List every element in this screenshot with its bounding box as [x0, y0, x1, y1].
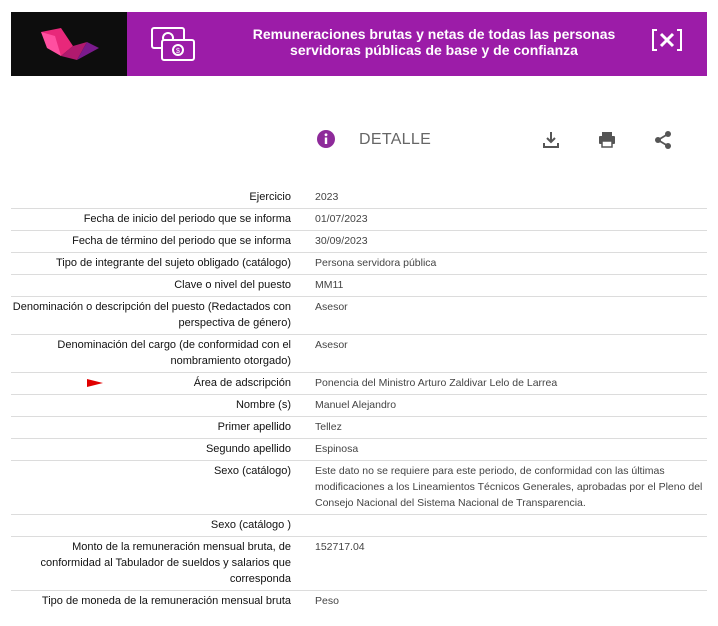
print-icon[interactable] [597, 130, 617, 150]
info-icon [317, 130, 335, 148]
svg-text:$: $ [176, 48, 180, 55]
table-row: Sexo (catálogo) Este dato no se requiere… [11, 461, 707, 515]
row-label: Ejercicio [249, 191, 291, 203]
row-value: Manuel Alejandro [315, 399, 397, 411]
row-label: Fecha de término del periodo que se info… [72, 235, 291, 247]
row-label: Tipo de moneda de la remuneración mensua… [41, 595, 291, 607]
close-icon[interactable] [651, 27, 683, 53]
money-bills-icon: $ [150, 26, 196, 62]
banner-title: Remuneraciones brutas y netas de todas l… [252, 26, 616, 58]
row-value: Ponencia del Ministro Arturo Zaldivar Le… [315, 377, 558, 389]
table-row: Sexo (catálogo ) [11, 515, 707, 537]
detail-table: Ejercicio 2023 Fecha de inicio del perio… [11, 187, 707, 612]
row-value: 30/09/2023 [315, 235, 368, 247]
row-label: Denominación del cargo (de conformidad c… [57, 339, 291, 367]
row-value: 01/07/2023 [315, 213, 368, 225]
table-row: Monto de la remuneración mensual bruta, … [11, 537, 707, 591]
logo-icon [11, 12, 127, 76]
row-value: 152717.04 [315, 541, 365, 553]
table-row: Tipo de integrante del sujeto obligado (… [11, 253, 707, 275]
row-value [291, 515, 707, 536]
toolbar: DETALLE [0, 122, 718, 158]
red-arrow-icon [87, 379, 103, 387]
table-row: Fecha de inicio del periodo que se infor… [11, 209, 707, 231]
row-value: Persona servidora pública [315, 257, 437, 269]
row-value: 2023 [315, 191, 339, 203]
header-banner: $ Remuneraciones brutas y netas de todas… [11, 12, 707, 76]
row-value: Asesor [315, 301, 348, 313]
row-label: Primer apellido [217, 421, 291, 433]
row-label-container: Área de adscripción [11, 373, 291, 394]
table-row: Denominación del cargo (de conformidad c… [11, 335, 707, 373]
table-row: Fecha de término del periodo que se info… [11, 231, 707, 253]
row-label: Área de adscripción [193, 377, 291, 389]
row-label: Denominación o descripción del puesto (R… [12, 301, 291, 329]
row-label: Tipo de integrante del sujeto obligado (… [55, 257, 291, 269]
row-label: Fecha de inicio del periodo que se infor… [83, 213, 291, 225]
row-label: Segundo apellido [205, 443, 291, 455]
row-label: Monto de la remuneración mensual bruta, … [40, 541, 291, 585]
download-icon[interactable] [541, 130, 561, 150]
detail-heading: DETALLE [359, 131, 432, 148]
table-row: Segundo apellido Espinosa [11, 439, 707, 461]
share-icon[interactable] [653, 130, 673, 150]
row-label: Sexo (catálogo) [213, 465, 291, 477]
row-value: MM11 [315, 279, 344, 291]
row-value: Espinosa [315, 443, 359, 455]
table-row: Primer apellido Tellez [11, 417, 707, 439]
table-row: Área de adscripción Ponencia del Ministr… [11, 373, 707, 395]
close-button[interactable] [651, 27, 683, 53]
row-value: Tellez [315, 421, 342, 433]
row-value: Peso [315, 595, 339, 607]
table-row: Denominación o descripción del puesto (R… [11, 297, 707, 335]
table-row: Ejercicio 2023 [11, 187, 707, 209]
table-row: Tipo de moneda de la remuneración mensua… [11, 591, 707, 612]
row-label: Sexo (catálogo ) [210, 519, 291, 531]
row-value: Este dato no se requiere para este perio… [315, 465, 703, 509]
row-label: Nombre (s) [235, 399, 291, 411]
table-row: Clave o nivel del puesto MM11 [11, 275, 707, 297]
table-row: Nombre (s) Manuel Alejandro [11, 395, 707, 417]
row-value: Asesor [315, 339, 348, 351]
row-label: Clave o nivel del puesto [174, 279, 291, 291]
